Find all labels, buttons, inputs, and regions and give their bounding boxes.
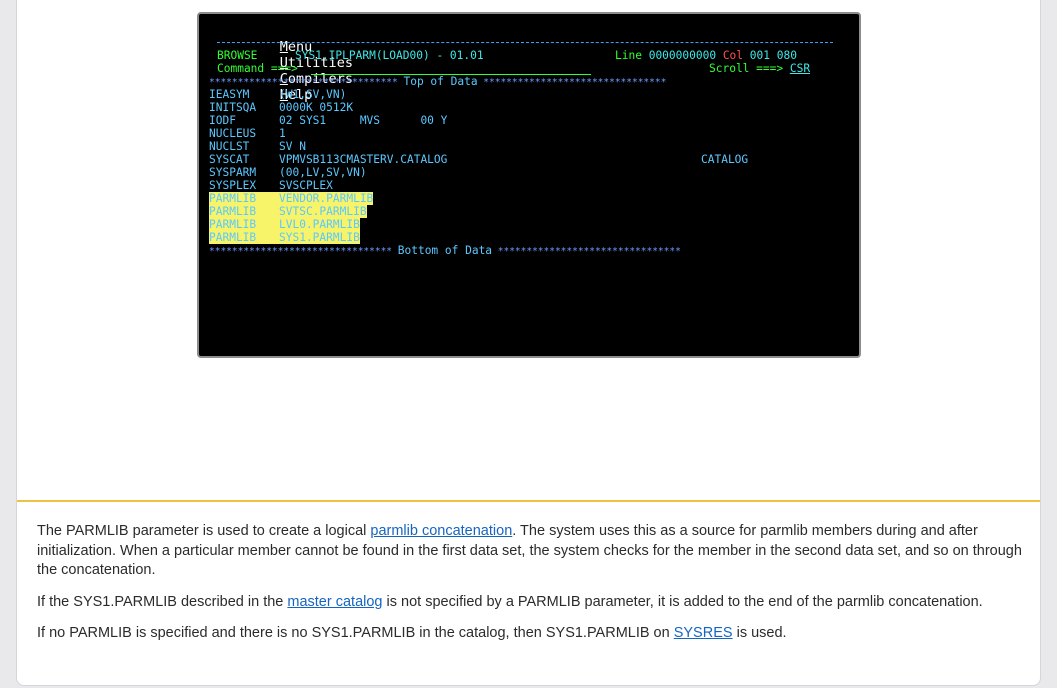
table-row: INITSQA 0000K 0512K <box>209 101 353 114</box>
top-of-data-marker: ********************************* Top of… <box>209 75 667 88</box>
menu-separator <box>217 42 833 43</box>
table-row: PARMLIB SYS1.PARMLIB <box>209 231 360 244</box>
command-label: Command ===> <box>217 62 298 75</box>
table-row: SYSPARM (00,LV,SV,VN) <box>209 166 367 179</box>
param-value: 02 SYS1 MVS 00 Y <box>279 114 448 127</box>
table-row: SYSPLEX SVSCPLEX <box>209 179 333 192</box>
param-value: 0000K 0512K <box>279 101 354 114</box>
param-key: PARMLIB <box>209 231 279 244</box>
param-value: SVTSC.PARMLIB <box>279 205 367 218</box>
bottom-of-data-marker: ******************************** Bottom … <box>209 244 681 257</box>
paragraph-1: The PARMLIB parameter is used to create … <box>37 523 1022 578</box>
table-row: NUCLST SV N <box>209 140 306 153</box>
param-key: SYSPARM <box>209 166 257 179</box>
content-card: Menu Utilities Compilers Help BROWSE SYS… <box>16 0 1041 686</box>
article-body: The PARMLIB parameter is used to create … <box>37 522 1022 656</box>
ispf-browse-terminal: Menu Utilities Compilers Help BROWSE SYS… <box>197 12 861 358</box>
paragraph-2: If the SYS1.PARMLIB described in the mas… <box>37 593 983 610</box>
param-key: IODF <box>209 114 236 127</box>
sysres-link[interactable]: SYSRES <box>674 625 733 641</box>
param-key: NUCLEUS <box>209 127 257 140</box>
param-value: VENDOR.PARMLIB <box>279 192 374 205</box>
table-row: PARMLIB SVTSC.PARMLIB <box>209 205 367 218</box>
param-key: PARMLIB <box>209 205 279 218</box>
parmlib-concatenation-link[interactable]: parmlib concatenation <box>370 523 512 539</box>
scroll-indicator: Scroll ===> CSR <box>709 62 811 75</box>
table-row: IODF 02 SYS1 MVS 00 Y <box>209 114 447 127</box>
param-value: SVSCPLEX <box>279 179 333 192</box>
section-divider <box>17 500 1040 502</box>
param-value: 1 <box>279 127 286 140</box>
table-row: PARMLIB VENDOR.PARMLIB <box>209 192 374 205</box>
table-row: PARMLIB LVL0.PARMLIB <box>209 218 360 231</box>
param-key: INITSQA <box>209 101 257 114</box>
browse-label: BROWSE <box>217 49 258 62</box>
table-row: NUCLEUS 1 <box>209 127 286 140</box>
param-value: VPMVSB113CMASTERV.CATALOG <box>279 153 448 166</box>
paragraph-3: If no PARMLIB is specified and there is … <box>37 625 787 641</box>
param-value: (00,LV,SV,VN) <box>279 166 367 179</box>
param-value: (W1,SV,VN) <box>279 88 347 101</box>
master-catalog-link[interactable]: master catalog <box>287 594 382 610</box>
param-extra: CATALOG <box>701 153 749 166</box>
param-key: NUCLST <box>209 140 250 153</box>
param-key: IEASYM <box>209 88 250 101</box>
param-key: PARMLIB <box>209 218 279 231</box>
line-col-indicator: Line 0000000000 Col 001 080 <box>615 49 797 62</box>
dataset-name: SYS1.IPLPARM(LOAD00) - 01.01 <box>295 49 484 62</box>
param-value: LVL0.PARMLIB <box>279 218 360 231</box>
table-row: SYSCAT VPMVSB113CMASTERV.CATALOG CATALOG <box>209 153 748 166</box>
scroll-value[interactable]: CSR <box>790 62 810 75</box>
table-row: IEASYM (W1,SV,VN) <box>209 88 346 101</box>
command-input[interactable] <box>311 62 591 75</box>
param-key: SYSCAT <box>209 153 250 166</box>
param-key: SYSPLEX <box>209 179 257 192</box>
param-value: SYS1.PARMLIB <box>279 231 360 244</box>
param-value: SV N <box>279 140 306 153</box>
param-key: PARMLIB <box>209 192 279 205</box>
